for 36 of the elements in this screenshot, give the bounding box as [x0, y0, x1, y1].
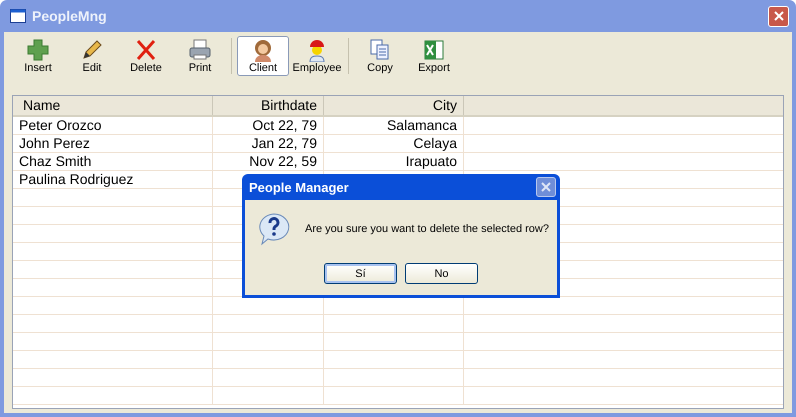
window-title: PeopleMng	[32, 8, 108, 24]
table-cell: Celaya	[413, 135, 457, 151]
dialog-button[interactable]: No	[405, 263, 478, 284]
table-cell: Nov 22, 59	[249, 153, 317, 169]
dialog-button[interactable]: Sí	[324, 263, 397, 284]
toolbar-button[interactable]: Copy	[354, 36, 406, 76]
cross-icon	[134, 38, 158, 62]
window-icon	[10, 9, 26, 23]
column-header[interactable]: Name	[13, 96, 213, 115]
toolbar-button[interactable]: Insert	[12, 36, 64, 76]
table-cell: John Perez	[19, 135, 90, 151]
toolbar-button[interactable]: Delete	[120, 36, 172, 76]
toolbar-button[interactable]: Employee	[291, 36, 343, 76]
question-icon	[257, 212, 291, 246]
column-header[interactable]: Birthdate	[213, 96, 324, 115]
toolbar-button[interactable]: Print	[174, 36, 226, 76]
table-cell: Paulina Rodriguez	[19, 171, 134, 187]
pencil-icon	[80, 38, 104, 62]
close-button[interactable]	[536, 177, 556, 197]
close-icon	[774, 11, 784, 21]
plus-icon	[26, 38, 50, 62]
column-header[interactable]: City	[324, 96, 464, 115]
table-cell: Irapuato	[406, 153, 457, 169]
dialog-title: People Manager	[249, 180, 350, 194]
toolbar-button[interactable]: Client	[237, 36, 289, 76]
table-cell: Peter Orozco	[19, 117, 102, 133]
table-cell: Oct 22, 79	[252, 117, 317, 133]
printer-icon	[188, 38, 212, 62]
close-icon	[541, 182, 551, 192]
table-cell: Salamanca	[386, 117, 457, 133]
toolbar-button[interactable]: Export	[408, 36, 460, 76]
sheet-icon	[422, 38, 446, 62]
dialog-message: Are you sure you want to delete the selected row?	[305, 223, 549, 235]
table-cell: Jan 22, 79	[252, 135, 317, 151]
toolbar-button[interactable]: Edit	[66, 36, 118, 76]
table-cell: Chaz Smith	[19, 153, 92, 169]
